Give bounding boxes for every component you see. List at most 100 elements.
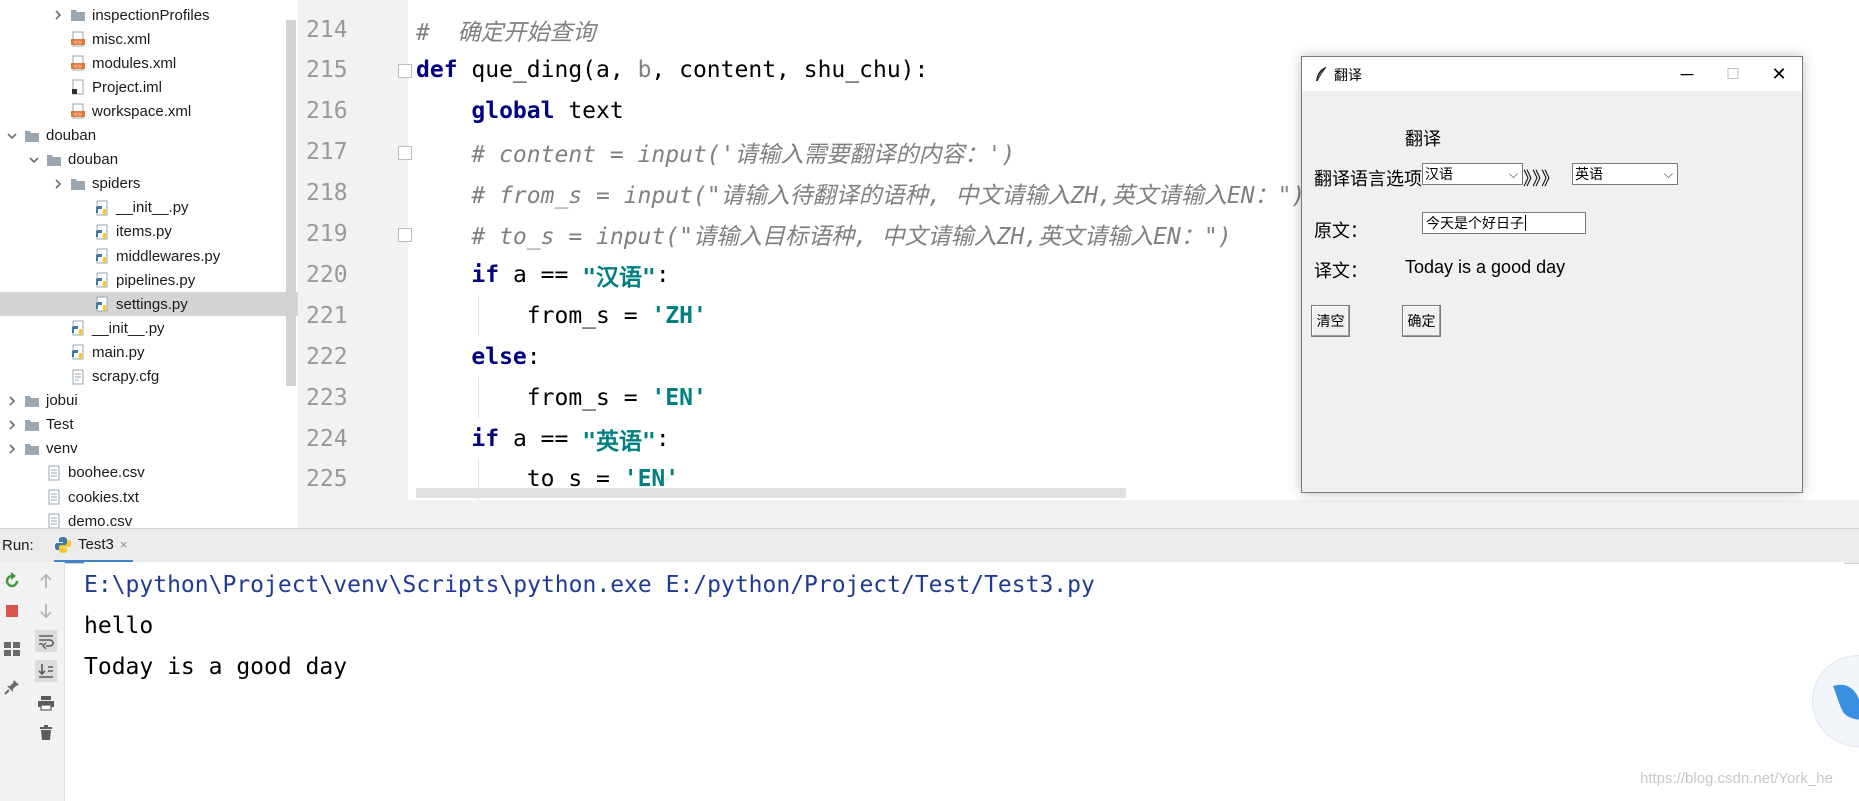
tree-item[interactable]: demo.csv xyxy=(0,509,298,528)
run-toolbar xyxy=(0,562,65,801)
layout-icon[interactable] xyxy=(1,638,23,660)
code-line[interactable]: def que_ding(a, b, content, shu_chu): xyxy=(416,50,928,91)
tree-item[interactable]: inspectionProfiles xyxy=(0,3,298,27)
code-line[interactable]: global text xyxy=(416,91,623,132)
target-language-select[interactable]: 英语 ⌵ xyxy=(1572,163,1678,185)
run-tab-label: Test3 xyxy=(78,536,114,553)
arrow-down-icon[interactable] xyxy=(35,600,57,622)
code-token: a == xyxy=(499,425,583,452)
python-icon xyxy=(55,536,71,553)
line-number: 224 xyxy=(306,425,348,452)
code-line[interactable]: if a == "汉语": xyxy=(416,254,669,295)
run-label: Run: xyxy=(2,537,34,554)
code-token: : xyxy=(526,343,541,370)
maximize-button[interactable]: ☐ xyxy=(1710,57,1756,91)
run-tab-test3[interactable]: Test3 × xyxy=(54,529,134,563)
code-token: que_ding(a, xyxy=(457,57,638,84)
tree-item[interactable]: <> modules.xml xyxy=(0,51,298,75)
editor-horizontal-scrollbar[interactable] xyxy=(416,488,1126,498)
chevron-right-icon[interactable] xyxy=(52,3,64,27)
chevron-right-icon[interactable] xyxy=(6,437,18,461)
tree-item[interactable]: cookies.txt xyxy=(0,485,298,509)
tree-item-label: jobui xyxy=(46,392,78,410)
tree-item[interactable]: items.py xyxy=(0,220,298,244)
chevron-right-icon[interactable] xyxy=(52,172,64,196)
chevron-down-icon[interactable] xyxy=(28,148,40,172)
stop-icon[interactable] xyxy=(1,600,23,622)
tree-item-label: demo.csv xyxy=(68,512,133,528)
code-line[interactable]: # to_s = input("请输入目标语种, 中文请输入ZH,英文请输入EN… xyxy=(416,214,1231,255)
tree-item-label: settings.py xyxy=(116,295,188,313)
translate-window-titlebar[interactable]: 翻译 ─ ☐ ✕ xyxy=(1302,57,1802,91)
code-line[interactable]: # 确定开始查询 xyxy=(416,9,596,50)
pin-icon[interactable] xyxy=(1,676,23,698)
source-language-select[interactable]: 汉语 ⌵ xyxy=(1422,163,1523,185)
svg-text:<>: <> xyxy=(74,112,82,118)
tree-item[interactable]: boohee.csv xyxy=(0,461,298,485)
chevron-down-icon[interactable] xyxy=(6,124,18,148)
confirm-button[interactable]: 确定 xyxy=(1402,305,1441,337)
code-token: # 确定开始查询 xyxy=(416,19,596,46)
xml-file-icon: <> xyxy=(71,31,85,47)
code-line[interactable]: # content = input('请输入需要翻译的内容：') xyxy=(416,132,1015,173)
tree-item[interactable]: __init__.py xyxy=(0,316,298,340)
trash-icon[interactable] xyxy=(35,722,57,744)
close-tab-icon[interactable]: × xyxy=(120,537,128,552)
tree-item-label: Project.iml xyxy=(92,78,163,96)
soft-wrap-icon[interactable] xyxy=(35,630,57,652)
run-console-output[interactable]: E:\python\Project\venv\Scripts\python.ex… xyxy=(84,562,1844,801)
code-line[interactable]: from_s = 'ZH' xyxy=(416,295,707,336)
print-icon[interactable] xyxy=(35,692,57,714)
tree-item[interactable]: scrapy.cfg xyxy=(0,365,298,389)
tree-item[interactable]: main.py xyxy=(0,340,298,364)
tree-item[interactable]: <> misc.xml xyxy=(0,27,298,51)
rerun-icon[interactable] xyxy=(1,570,23,592)
tree-item[interactable]: pipelines.py xyxy=(0,268,298,292)
tree-item[interactable]: settings.py xyxy=(0,292,298,317)
line-number: 214 xyxy=(306,16,348,43)
fold-open-icon[interactable] xyxy=(398,63,412,78)
code-line[interactable]: from_s = 'EN' xyxy=(416,377,707,418)
tree-item[interactable]: douban xyxy=(0,148,298,172)
tree-item[interactable]: spiders xyxy=(0,172,298,196)
original-text-input[interactable]: 今天是个好日子 xyxy=(1422,212,1586,234)
tree-item[interactable]: douban xyxy=(0,124,298,148)
folder-icon xyxy=(25,395,39,407)
tree-item[interactable]: Project.iml xyxy=(0,75,298,99)
code-token: a == xyxy=(499,261,583,288)
code-line[interactable]: # from_s = input("请输入待翻译的语种, 中文请输入ZH,英文请… xyxy=(416,173,1305,214)
tree-item[interactable]: middlewares.py xyxy=(0,244,298,268)
tree-item[interactable]: __init__.py xyxy=(0,196,298,220)
chevron-right-icon[interactable] xyxy=(6,413,18,437)
tree-item-label: inspectionProfiles xyxy=(92,6,210,24)
code-line[interactable]: if a == "英语": xyxy=(416,418,669,459)
line-number: 215 xyxy=(306,57,348,84)
tree-item[interactable]: jobui xyxy=(0,389,298,413)
indent-guide xyxy=(478,377,479,418)
tree-item-label: workspace.xml xyxy=(92,102,192,120)
console-line: hello xyxy=(84,613,154,639)
close-button[interactable]: ✕ xyxy=(1756,57,1802,91)
code-token: # from_s = input("请输入待翻译的语种, 中文请输入ZH,英文请… xyxy=(471,183,1306,210)
tree-scrollbar[interactable] xyxy=(286,20,296,386)
arrow-up-icon[interactable] xyxy=(35,570,57,592)
folder-icon xyxy=(25,130,39,142)
tree-item[interactable]: Test xyxy=(0,413,298,437)
fold-icon[interactable] xyxy=(398,145,412,160)
scroll-to-end-icon[interactable] xyxy=(35,660,57,682)
minimize-button[interactable]: ─ xyxy=(1664,57,1710,91)
python-file-icon xyxy=(96,296,108,312)
chevron-right-icon[interactable] xyxy=(6,389,18,413)
code-line[interactable]: else: xyxy=(416,336,541,377)
tree-item[interactable]: venv xyxy=(0,437,298,461)
folder-icon xyxy=(71,10,85,21)
csdn-watermark: https://blog.csdn.net/York_he xyxy=(1640,770,1833,787)
xml-file-icon: <> xyxy=(71,103,85,119)
chevron-down-icon: ⌵ xyxy=(1663,167,1673,181)
fold-close-icon[interactable] xyxy=(398,227,412,242)
tree-item[interactable]: <> workspace.xml xyxy=(0,99,298,123)
clear-button[interactable]: 清空 xyxy=(1311,305,1350,337)
